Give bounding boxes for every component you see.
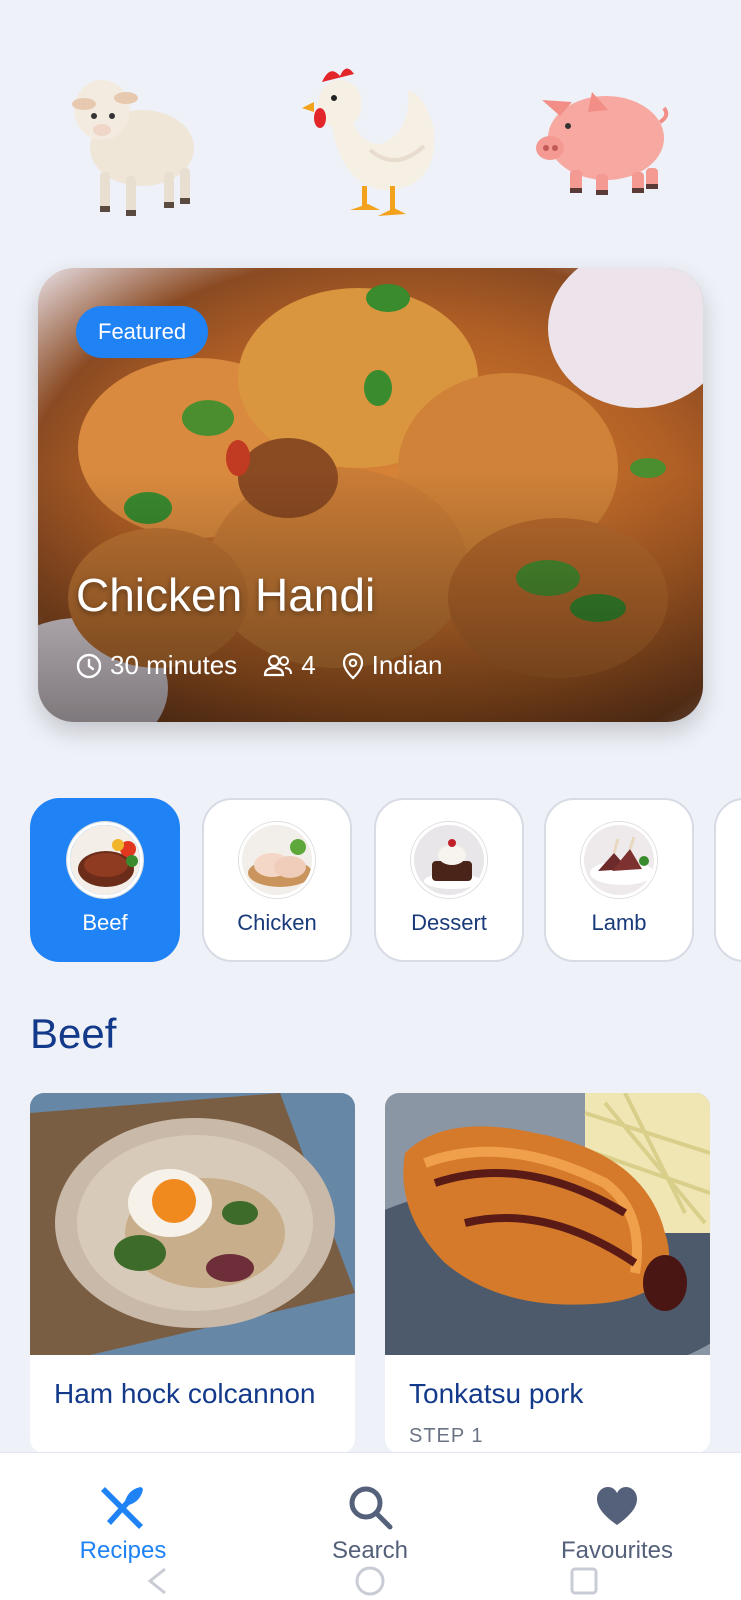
category-list: Beef Chicken Dessert Lamb (30, 798, 741, 964)
dessert-thumbnail (411, 822, 487, 898)
category-label: Chicken (237, 910, 317, 935)
chicken-icon[interactable] (300, 60, 440, 225)
category-label: Beef (82, 910, 128, 935)
featured-recipe-meta: 30 minutes 4 Indian (76, 650, 469, 681)
featured-badge: Featured (76, 306, 209, 358)
system-navigation-bar (147, 1566, 598, 1596)
category-label: Lamb (591, 910, 647, 935)
category-label: Dessert (411, 910, 487, 935)
nav-favourites[interactable]: Favourites (517, 1483, 717, 1565)
sheep-icon[interactable] (60, 68, 200, 218)
featured-recipe-card[interactable]: Featured Chicken Handi 30 minutes 4 Indi… (38, 268, 703, 722)
fork-knife-icon (101, 1487, 143, 1529)
clock-icon (76, 653, 102, 678)
category-dessert[interactable]: Dessert (374, 798, 524, 962)
recipe-image (385, 1093, 710, 1383)
nav-recipes[interactable]: Recipes (23, 1483, 223, 1565)
recipe-card[interactable]: Ham hock colcannon (30, 1093, 355, 1453)
recipe-list: Ham hock colcannon Tonkatsu pork STEP 1 (30, 1093, 741, 1453)
category-lamb[interactable]: Lamb (544, 798, 694, 962)
cook-time-value: 30 minutes (110, 650, 238, 680)
lamb-thumbnail (581, 822, 657, 898)
recipe-title: Ham hock colcannon (54, 1378, 316, 1409)
recipe-image (30, 1093, 355, 1355)
pig-icon[interactable] (532, 82, 672, 202)
recipe-subtitle: STEP 1 (409, 1425, 484, 1447)
cuisine-value: Indian (371, 650, 443, 680)
section-title: Beef (30, 1010, 117, 1057)
heart-icon (597, 1487, 637, 1525)
recipe-card[interactable]: Tonkatsu pork STEP 1 (385, 1093, 710, 1453)
category-next-partial[interactable] (714, 798, 741, 962)
nav-search[interactable]: Search (270, 1483, 470, 1565)
location-pin-icon (342, 652, 363, 679)
featured-recipe-title: Chicken Handi (76, 569, 376, 621)
bottom-navigation: Recipes Search Favourites (0, 1452, 741, 1600)
cuisine: Indian (342, 650, 443, 681)
category-beef[interactable]: Beef (30, 798, 180, 962)
animal-row (0, 60, 741, 230)
beef-thumbnail (67, 822, 143, 898)
search-icon (349, 1486, 393, 1530)
cook-time: 30 minutes (76, 650, 237, 681)
recipe-title: Tonkatsu pork (409, 1378, 584, 1409)
category-chicken[interactable]: Chicken (202, 798, 352, 962)
servings: 4 (263, 650, 316, 681)
servings-value: 4 (301, 650, 316, 680)
chicken-thumbnail (239, 822, 315, 898)
people-icon (264, 654, 293, 676)
